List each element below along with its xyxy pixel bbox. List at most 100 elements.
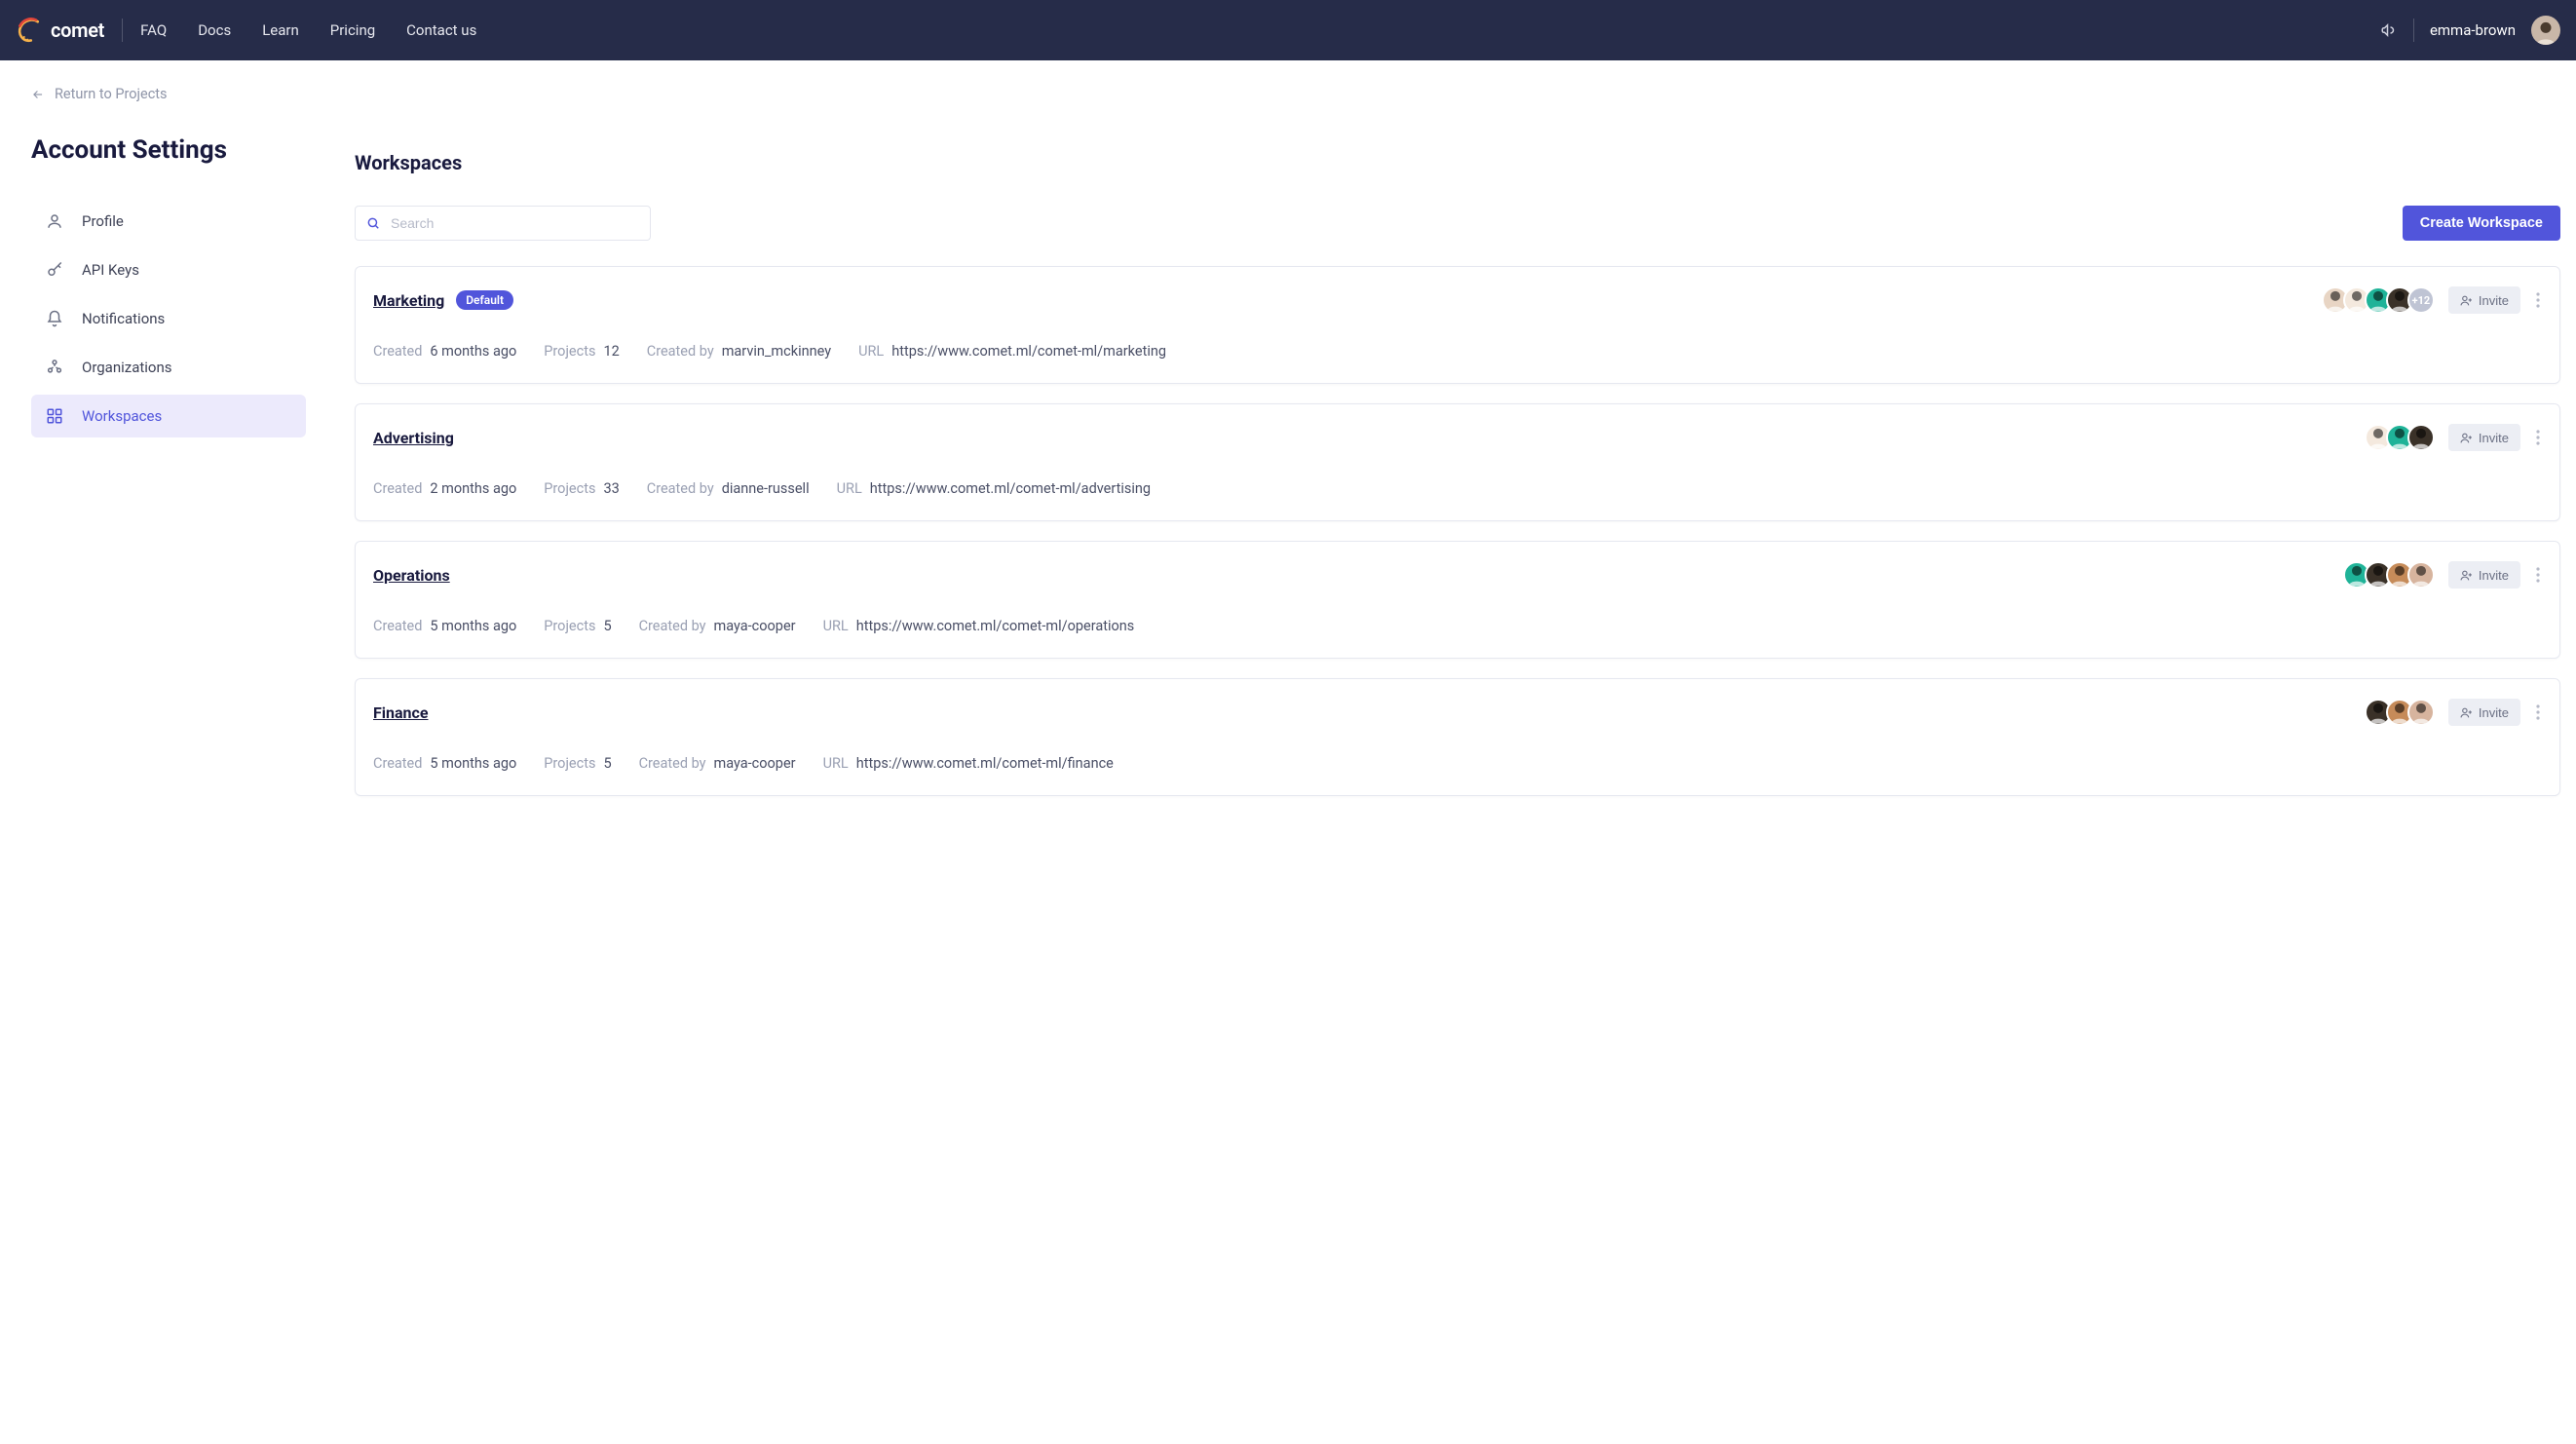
invite-label: Invite (2479, 568, 2509, 583)
invite-button[interactable]: Invite (2448, 699, 2520, 726)
key-icon (45, 260, 64, 280)
workspace-card: Operations Invite Created 5 months ago Pr… (355, 541, 2560, 659)
member-avatars (2365, 424, 2435, 451)
user-plus-icon (2460, 432, 2473, 444)
page-title: Account Settings (31, 135, 306, 165)
user-plus-icon (2460, 294, 2473, 307)
workspace-name-link[interactable]: Advertising (373, 429, 454, 447)
meta-value-created: 5 months ago (430, 618, 516, 634)
meta-label-created-by: Created by (639, 618, 706, 634)
nav-right: emma-brown (2380, 16, 2560, 45)
sidebar-item-label: API Keys (82, 261, 139, 279)
sidebar-item-notifications[interactable]: Notifications (31, 297, 306, 340)
meta-label-projects: Projects (544, 343, 595, 360)
invite-label: Invite (2479, 431, 2509, 445)
meta-label-created-by: Created by (647, 343, 714, 360)
controls-row: Create Workspace (355, 206, 2560, 241)
meta-label-url: URL (858, 343, 884, 360)
top-nav: comet FAQ Docs Learn Pricing Contact us … (0, 0, 2576, 60)
meta-label-created-by: Created by (647, 480, 714, 497)
return-label: Return to Projects (55, 86, 168, 102)
meta-value-created-by: maya-cooper (714, 618, 796, 634)
invite-label: Invite (2479, 293, 2509, 308)
comet-logo-icon (16, 17, 43, 44)
meta-value-url: https://www.comet.ml/comet-ml/finance (856, 755, 1114, 772)
return-to-projects-link[interactable]: Return to Projects (31, 86, 306, 102)
workspace-name-link[interactable]: Finance (373, 703, 429, 722)
user-avatar[interactable] (2531, 16, 2560, 45)
member-avatars: +12 (2322, 286, 2435, 314)
nav-links: FAQ Docs Learn Pricing Contact us (140, 21, 476, 39)
sidebar-item-organizations[interactable]: Organizations (31, 346, 306, 389)
bell-icon (45, 309, 64, 328)
more-menu-icon[interactable] (2534, 704, 2542, 720)
meta-label-created: Created (373, 755, 422, 772)
meta-label-created: Created (373, 343, 422, 360)
sidebar-item-workspaces[interactable]: Workspaces (31, 395, 306, 437)
meta-value-created-by: maya-cooper (714, 755, 796, 772)
meta-label-created-by: Created by (639, 755, 706, 772)
member-avatars (2365, 699, 2435, 726)
more-menu-icon[interactable] (2534, 567, 2542, 583)
nav-link-docs[interactable]: Docs (198, 21, 231, 39)
meta-value-created: 5 months ago (430, 755, 516, 772)
search-input[interactable] (355, 206, 651, 241)
main-content: Workspaces Create Workspace Marketing De… (322, 60, 2576, 835)
create-workspace-button[interactable]: Create Workspace (2403, 206, 2560, 241)
invite-button[interactable]: Invite (2448, 424, 2520, 451)
meta-value-projects: 12 (603, 343, 619, 360)
meta-value-projects: 5 (603, 755, 611, 772)
meta-value-projects: 5 (603, 618, 611, 634)
more-menu-icon[interactable] (2534, 292, 2542, 308)
member-avatar[interactable] (2407, 561, 2435, 589)
user-plus-icon (2460, 569, 2473, 582)
meta-label-url: URL (837, 480, 862, 497)
meta-value-created-by: marvin_mckinney (722, 343, 831, 360)
user-plus-icon (2460, 706, 2473, 719)
brand[interactable]: comet (16, 17, 122, 44)
more-menu-icon[interactable] (2534, 430, 2542, 445)
member-avatar-overflow[interactable]: +12 (2407, 286, 2435, 314)
invite-button[interactable]: Invite (2448, 286, 2520, 314)
org-icon (45, 358, 64, 377)
username-label[interactable]: emma-brown (2430, 21, 2516, 39)
user-icon (45, 211, 64, 231)
search-icon (366, 216, 380, 230)
meta-label-created: Created (373, 618, 422, 634)
divider (2413, 19, 2414, 42)
meta-value-created: 2 months ago (430, 480, 516, 497)
nav-link-faq[interactable]: FAQ (140, 21, 167, 39)
meta-label-projects: Projects (544, 755, 595, 772)
divider (122, 19, 123, 42)
sidebar-item-label: Workspaces (82, 407, 162, 425)
meta-label-projects: Projects (544, 480, 595, 497)
workspace-card: Finance Invite Created 5 months ago Proje… (355, 678, 2560, 796)
workspaces-heading: Workspaces (355, 151, 2560, 174)
member-avatar[interactable] (2407, 699, 2435, 726)
nav-link-contact[interactable]: Contact us (406, 21, 476, 39)
meta-label-url: URL (823, 618, 849, 634)
workspace-card: Marketing Default +12 Invite Created6 mo… (355, 266, 2560, 384)
sidebar-item-profile[interactable]: Profile (31, 200, 306, 243)
workspace-name-link[interactable]: Operations (373, 566, 450, 585)
sidebar-item-api-keys[interactable]: API Keys (31, 248, 306, 291)
sidebar-item-label: Notifications (82, 310, 165, 327)
grid-icon (45, 406, 64, 426)
sidebar-item-label: Organizations (82, 359, 172, 376)
announcements-icon[interactable] (2380, 21, 2398, 39)
member-avatar[interactable] (2407, 424, 2435, 451)
workspace-list: Marketing Default +12 Invite Created6 mo… (355, 266, 2560, 796)
default-badge: Default (456, 290, 513, 310)
workspace-name-link[interactable]: Marketing (373, 291, 444, 310)
nav-link-learn[interactable]: Learn (262, 21, 299, 39)
sidebar: Return to Projects Account Settings Prof… (0, 60, 322, 835)
meta-value-url: https://www.comet.ml/comet-ml/advertisin… (870, 480, 1151, 497)
meta-label-url: URL (823, 755, 849, 772)
brand-text: comet (51, 19, 104, 42)
invite-button[interactable]: Invite (2448, 561, 2520, 589)
nav-link-pricing[interactable]: Pricing (330, 21, 375, 39)
meta-label-projects: Projects (544, 618, 595, 634)
meta-value-created-by: dianne-russell (722, 480, 810, 497)
settings-nav: Profile API Keys Notifications Organizat… (31, 200, 306, 437)
search-wrap (355, 206, 651, 241)
